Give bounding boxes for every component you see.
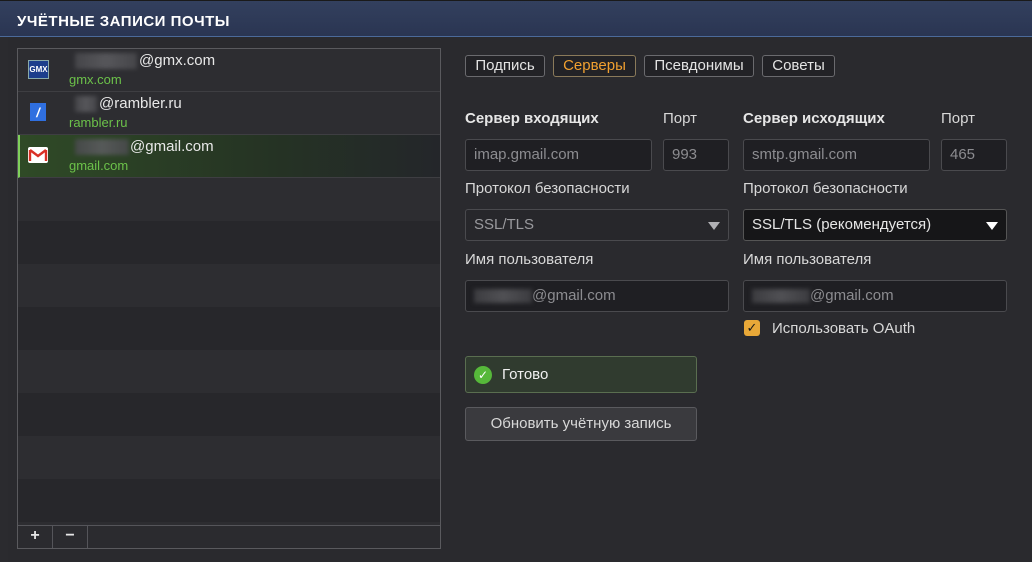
- redacted-username: [474, 289, 532, 304]
- account-email: @rambler.ru: [99, 95, 182, 112]
- rambler-icon: /: [30, 103, 46, 121]
- incoming-username-value: @gmail.com: [532, 287, 616, 304]
- empty-row: [18, 350, 440, 393]
- empty-row: [18, 307, 440, 350]
- incoming-username-label: Имя пользователя: [465, 251, 594, 268]
- account-domain: gmail.com: [69, 158, 129, 173]
- account-domain: gmx.com: [69, 72, 122, 87]
- gmail-icon: [28, 146, 48, 164]
- empty-row: [18, 221, 440, 264]
- outgoing-server-heading: Сервер исходящих: [743, 110, 885, 127]
- check-circle-icon: ✓: [474, 366, 492, 384]
- account-item-gmx[interactable]: GMX @gmx.com gmx.com: [18, 49, 440, 92]
- outgoing-port-label: Порт: [941, 110, 976, 127]
- empty-row: [18, 393, 440, 436]
- incoming-server-input[interactable]: imap.gmail.com: [465, 139, 652, 171]
- redacted-username: [75, 139, 129, 155]
- incoming-security-value: SSL/TLS: [474, 216, 535, 233]
- outgoing-security-value: SSL/TLS (рекомендуется): [752, 216, 932, 233]
- tab-servers[interactable]: Серверы: [553, 55, 636, 77]
- incoming-server-heading: Сервер входящих: [465, 110, 599, 127]
- tab-aliases[interactable]: Псевдонимы: [644, 55, 754, 77]
- account-item-rambler[interactable]: / @rambler.ru rambler.ru: [18, 92, 440, 135]
- empty-row: [18, 436, 440, 479]
- account-list[interactable]: GMX @gmx.com gmx.com / @rambler.ru rambl…: [18, 49, 440, 526]
- outgoing-username-value: @gmail.com: [810, 287, 894, 304]
- incoming-username-input[interactable]: @gmail.com: [465, 280, 729, 312]
- incoming-port-input[interactable]: 993: [663, 139, 729, 171]
- oauth-checkbox[interactable]: ✓: [744, 320, 760, 336]
- status-indicator: ✓ Готово: [465, 356, 697, 393]
- gmx-icon: GMX: [28, 60, 49, 79]
- empty-row: [18, 264, 440, 307]
- status-text: Готово: [502, 366, 549, 383]
- account-email: @gmail.com: [130, 138, 214, 155]
- remove-account-button[interactable]: −: [53, 526, 88, 548]
- account-list-panel: GMX @gmx.com gmx.com / @rambler.ru rambl…: [17, 48, 441, 549]
- account-domain: rambler.ru: [69, 115, 128, 130]
- incoming-security-label: Протокол безопасности: [465, 180, 630, 197]
- tab-tips[interactable]: Советы: [762, 55, 835, 77]
- chevron-down-icon: [986, 222, 998, 230]
- account-settings-panel: Подпись Серверы Псевдонимы Советы Сервер…: [443, 48, 1032, 562]
- update-account-button[interactable]: Обновить учётную запись: [465, 407, 697, 441]
- account-email: @gmx.com: [139, 52, 216, 69]
- oauth-label: Использовать OAuth: [772, 320, 916, 337]
- window-titlebar: УЧЁТНЫЕ ЗАПИСИ ПОЧТЫ: [0, 0, 1032, 37]
- tab-signature[interactable]: Подпись: [465, 55, 545, 77]
- chevron-down-icon: [708, 222, 720, 230]
- empty-row: [18, 178, 440, 221]
- outgoing-port-input[interactable]: 465: [941, 139, 1007, 171]
- incoming-security-select[interactable]: SSL/TLS: [465, 209, 729, 241]
- empty-row: [18, 479, 440, 522]
- outgoing-username-input[interactable]: @gmail.com: [743, 280, 1007, 312]
- account-item-gmail[interactable]: @gmail.com gmail.com: [18, 135, 440, 178]
- outgoing-security-label: Протокол безопасности: [743, 180, 908, 197]
- outgoing-username-label: Имя пользователя: [743, 251, 872, 268]
- outgoing-server-input[interactable]: smtp.gmail.com: [743, 139, 930, 171]
- window-title: УЧЁТНЫЕ ЗАПИСИ ПОЧТЫ: [17, 13, 230, 30]
- redacted-username: [75, 96, 97, 112]
- redacted-username: [75, 53, 137, 69]
- account-list-footer: + −: [18, 525, 440, 548]
- redacted-username: [752, 289, 810, 304]
- outgoing-security-select[interactable]: SSL/TLS (рекомендуется): [743, 209, 1007, 241]
- incoming-port-label: Порт: [663, 110, 698, 127]
- add-account-button[interactable]: +: [18, 526, 53, 548]
